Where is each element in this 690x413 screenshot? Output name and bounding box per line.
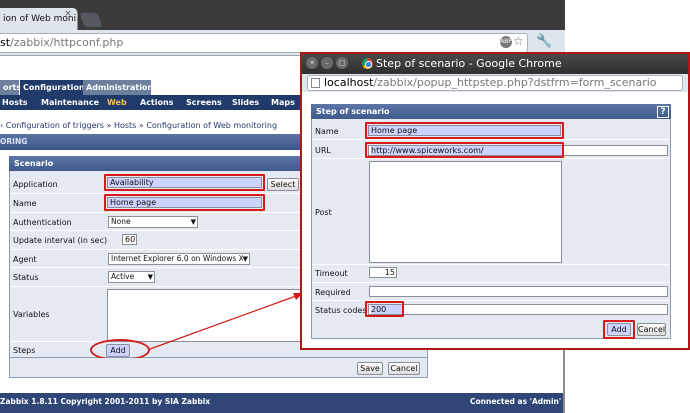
step-post-label: Post [315, 208, 332, 217]
step-name-label: Name [315, 127, 339, 136]
row-divider [312, 139, 670, 140]
page-icon [311, 78, 320, 88]
step-post-textarea[interactable] [369, 161, 562, 263]
step-timeout-input[interactable]: 15 [369, 267, 397, 278]
highlight-box [365, 122, 564, 139]
step-url-label: URL [315, 146, 331, 155]
row-divider [312, 282, 670, 283]
highlight-box [365, 142, 564, 158]
popup-url-path: /zabbix/popup_httpstep.php?dstfrm=form_s… [373, 76, 657, 89]
step-status-codes-label: Status codes [315, 306, 367, 315]
step-required-label: Required [315, 288, 351, 297]
step-required-input[interactable] [369, 286, 668, 297]
step-cancel-button[interactable]: Cancel [637, 323, 666, 336]
row-divider [312, 264, 670, 265]
close-icon[interactable]: ✕ [306, 57, 318, 69]
highlight-box [365, 301, 404, 317]
minimize-icon[interactable]: – [321, 57, 333, 69]
popup-window-title: Step of scenario - Google Chrome [376, 57, 562, 70]
row-divider [312, 158, 670, 159]
popup-address-bar[interactable]: localhost/zabbix/popup_httpstep.php?dstf… [307, 75, 683, 91]
chrome-icon [362, 58, 373, 69]
highlight-box [603, 320, 635, 339]
help-icon[interactable]: ? [657, 106, 669, 118]
popup-url-host: localhost [324, 76, 374, 89]
step-form-title: Step of scenario [316, 107, 390, 116]
step-timeout-label: Timeout [315, 269, 348, 278]
step-status-codes-input[interactable]: 200 [368, 304, 668, 315]
maximize-icon[interactable]: □ [336, 57, 348, 69]
